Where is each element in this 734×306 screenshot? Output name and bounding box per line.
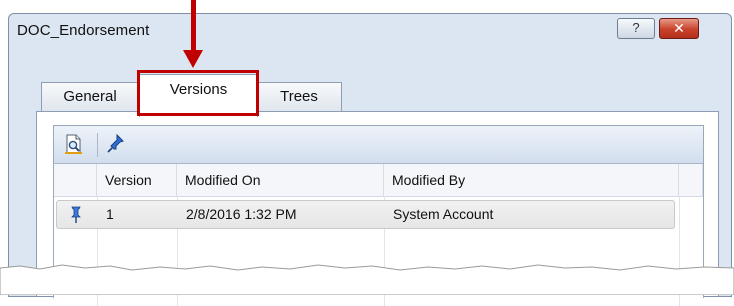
annotation-arrow (191, 0, 196, 52)
column-header-pin[interactable] (54, 164, 97, 196)
grid-toolbar (54, 126, 703, 164)
row-modified-on: 2/8/2016 1:32 PM (186, 206, 297, 222)
row-pin-cell (57, 201, 98, 228)
pinned-version-icon (71, 206, 81, 224)
annotation-arrow-head (183, 50, 203, 68)
table-row[interactable]: 1 2/8/2016 1:32 PM System Account (56, 200, 675, 229)
column-header-modified-on[interactable]: Modified On (177, 164, 384, 196)
column-header-modified-by[interactable]: Modified By (384, 164, 679, 196)
row-version: 1 (106, 206, 114, 222)
annotation-highlight-box (137, 70, 259, 116)
view-document-button[interactable] (63, 133, 85, 155)
torn-edge-decoration (0, 264, 734, 295)
column-header-filler (679, 164, 703, 196)
view-document-icon (65, 134, 82, 154)
help-button[interactable]: ? (617, 18, 655, 39)
tab-general[interactable]: General (41, 82, 139, 112)
tab-trees[interactable]: Trees (256, 82, 342, 112)
pin-icon (107, 133, 124, 153)
column-header-version[interactable]: Version (97, 164, 177, 196)
window-title: DOC_Endorsement (17, 22, 150, 39)
toolbar-separator (97, 133, 98, 157)
close-button[interactable]: ✕ (659, 18, 699, 39)
pin-version-button[interactable] (105, 133, 127, 155)
row-modified-by: System Account (393, 206, 494, 222)
grid-header: Version Modified On Modified By (54, 164, 703, 197)
